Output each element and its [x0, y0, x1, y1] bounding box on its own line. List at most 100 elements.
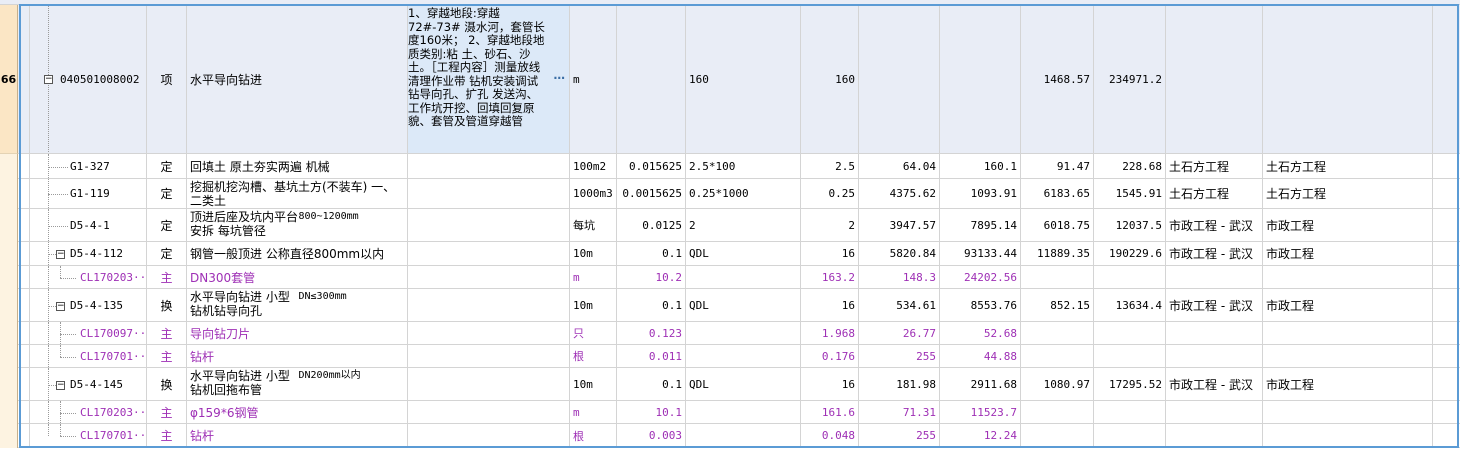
unit-cell[interactable]: 10m: [570, 368, 617, 401]
code-cell[interactable]: − D5-4-145: [30, 368, 147, 401]
type-cell[interactable]: 定: [147, 179, 187, 209]
spec-cell[interactable]: 市政工程: [1263, 209, 1433, 242]
qty-cell[interactable]: 0.048: [801, 424, 859, 448]
coef-cell[interactable]: 0.1: [617, 242, 686, 266]
type-cell[interactable]: 定: [147, 242, 187, 266]
cat-cell[interactable]: [1166, 424, 1263, 448]
cat-cell[interactable]: [1166, 322, 1263, 345]
uprice-cell[interactable]: [1021, 266, 1094, 289]
coef-cell[interactable]: 0.1: [617, 289, 686, 322]
unit-cell[interactable]: m: [570, 401, 617, 424]
name-cell[interactable]: 回填土 原土夯实两遍 机械: [187, 154, 408, 179]
type-cell[interactable]: 定: [147, 154, 187, 179]
quota-row[interactable]: − D5-4-145 换水平导向钻进 小型钻机回拖布管 DN200mm以内 10m 0.1…: [0, 368, 1460, 401]
price-cell[interactable]: 71.31: [859, 401, 940, 424]
code-cell[interactable]: G1-327: [30, 154, 147, 179]
spec-cell[interactable]: [1263, 266, 1433, 289]
spec-cell[interactable]: 土石方工程: [1263, 154, 1433, 179]
qty-cell[interactable]: 2.5: [801, 154, 859, 179]
material-row[interactable]: CL170203··· 主 φ159*6钢管 m 10.1 161.6 71.31 11523…: [0, 401, 1460, 424]
code-cell[interactable]: CL170701···: [30, 424, 147, 448]
expr-cell[interactable]: [686, 401, 801, 424]
code-cell[interactable]: CL170203···: [30, 266, 147, 289]
qty-cell[interactable]: 161.6: [801, 401, 859, 424]
uprice-cell[interactable]: 1080.97: [1021, 368, 1094, 401]
uprice-cell[interactable]: [1021, 424, 1094, 448]
coef-cell[interactable]: 10.2: [617, 266, 686, 289]
uprice-cell[interactable]: 6018.75: [1021, 209, 1094, 242]
uprice-cell[interactable]: 11889.35: [1021, 242, 1094, 266]
price-cell[interactable]: 181.98: [859, 368, 940, 401]
quota-row[interactable]: − D5-4-135 换水平导向钻进 小型钻机钻导向孔 DN≤300mm 10m 0.1 Q…: [0, 289, 1460, 322]
total-cell[interactable]: [1094, 322, 1166, 345]
cat-cell[interactable]: [1166, 345, 1263, 368]
desc-cell[interactable]: [408, 154, 570, 179]
coef-cell[interactable]: [617, 5, 686, 154]
coef-cell[interactable]: 0.015625: [617, 154, 686, 179]
type-cell[interactable]: 主: [147, 345, 187, 368]
desc-cell[interactable]: [408, 242, 570, 266]
type-cell[interactable]: 主: [147, 424, 187, 448]
unit-cell[interactable]: 只: [570, 322, 617, 345]
collapse-icon[interactable]: −: [56, 250, 65, 259]
total-cell[interactable]: 234971.2: [1094, 5, 1166, 154]
unit-cell[interactable]: 10m: [570, 289, 617, 322]
code-cell[interactable]: − 040501008002: [30, 5, 147, 154]
material-row[interactable]: CL170203··· 主 DN300套管 m 10.2 163.2 148.3 24202.…: [0, 266, 1460, 289]
amount-cell[interactable]: 8553.76: [940, 289, 1021, 322]
quota-row[interactable]: − D5-4-112 定钢管一般顶进 公称直径800mm以内 10m 0.1 QDL 16 5…: [0, 242, 1460, 266]
main-item-row[interactable]: 66 − 040501008002 项 水平导向钻进 1、穿越地段:穿越 72#…: [0, 5, 1460, 154]
category-cell[interactable]: [1166, 5, 1263, 154]
description-cell[interactable]: 1、穿越地段:穿越 72#-73# 滠水河，套管长度160米； 2、穿越地段地质…: [408, 5, 570, 154]
price-cell[interactable]: 534.61: [859, 289, 940, 322]
total-cell[interactable]: [1094, 345, 1166, 368]
expr-cell[interactable]: [686, 424, 801, 448]
amount-cell[interactable]: 2911.68: [940, 368, 1021, 401]
total-cell[interactable]: [1094, 266, 1166, 289]
expr-cell[interactable]: QDL: [686, 242, 801, 266]
total-cell[interactable]: 13634.4: [1094, 289, 1166, 322]
material-row[interactable]: CL170097··· 主导向钻刀片 只 0.123 1.968 26.77 52.68: [0, 322, 1460, 345]
unit-cell[interactable]: 根: [570, 424, 617, 448]
expr-cell[interactable]: [686, 322, 801, 345]
spec-cell[interactable]: 土石方工程: [1263, 179, 1433, 209]
unit-cell[interactable]: 100m2: [570, 154, 617, 179]
total-cell[interactable]: [1094, 424, 1166, 448]
amount-cell[interactable]: 44.88: [940, 345, 1021, 368]
quota-row[interactable]: G1-119 定挖掘机挖沟槽、基坑土方(不装车) 一、二类土 1000m3 0.001…: [0, 179, 1460, 209]
qty-cell[interactable]: 163.2: [801, 266, 859, 289]
price-cell[interactable]: 148.3: [859, 266, 940, 289]
cat-cell[interactable]: 市政工程 - 武汉: [1166, 242, 1263, 266]
name-cell[interactable]: φ159*6钢管: [187, 401, 408, 424]
total-cell[interactable]: [1094, 401, 1166, 424]
amount-cell[interactable]: 93133.44: [940, 242, 1021, 266]
desc-cell[interactable]: [408, 368, 570, 401]
material-row[interactable]: CL170701··· 主钻杆 根 0.003 0.048 255 12.24: [0, 424, 1460, 448]
unit-cell[interactable]: 每坑: [570, 209, 617, 242]
total-cell[interactable]: 228.68: [1094, 154, 1166, 179]
name-cell[interactable]: 钻杆: [187, 424, 408, 448]
uprice-cell[interactable]: 91.47: [1021, 154, 1094, 179]
uprice-cell[interactable]: [1021, 322, 1094, 345]
amount-cell[interactable]: 52.68: [940, 322, 1021, 345]
coef-cell[interactable]: 0.0015625: [617, 179, 686, 209]
unit-cell[interactable]: 10m: [570, 242, 617, 266]
name-cell[interactable]: 钻杆: [187, 345, 408, 368]
spec-cell[interactable]: [1263, 5, 1433, 154]
uprice-cell[interactable]: 6183.65: [1021, 179, 1094, 209]
price-cell[interactable]: 64.04: [859, 154, 940, 179]
type-cell[interactable]: 主: [147, 401, 187, 424]
uprice-cell[interactable]: [1021, 401, 1094, 424]
unit-cell[interactable]: 根: [570, 345, 617, 368]
cat-cell[interactable]: [1166, 266, 1263, 289]
expr-cell[interactable]: 2.5*100: [686, 154, 801, 179]
cat-cell[interactable]: 市政工程 - 武汉: [1166, 289, 1263, 322]
desc-cell[interactable]: [408, 345, 570, 368]
coef-cell[interactable]: 0.0125: [617, 209, 686, 242]
qty-cell[interactable]: 16: [801, 368, 859, 401]
spec-cell[interactable]: [1263, 401, 1433, 424]
amount-cell[interactable]: 1093.91: [940, 179, 1021, 209]
cat-cell[interactable]: 市政工程 - 武汉: [1166, 368, 1263, 401]
cat-cell[interactable]: [1166, 401, 1263, 424]
collapse-icon[interactable]: −: [56, 302, 65, 311]
